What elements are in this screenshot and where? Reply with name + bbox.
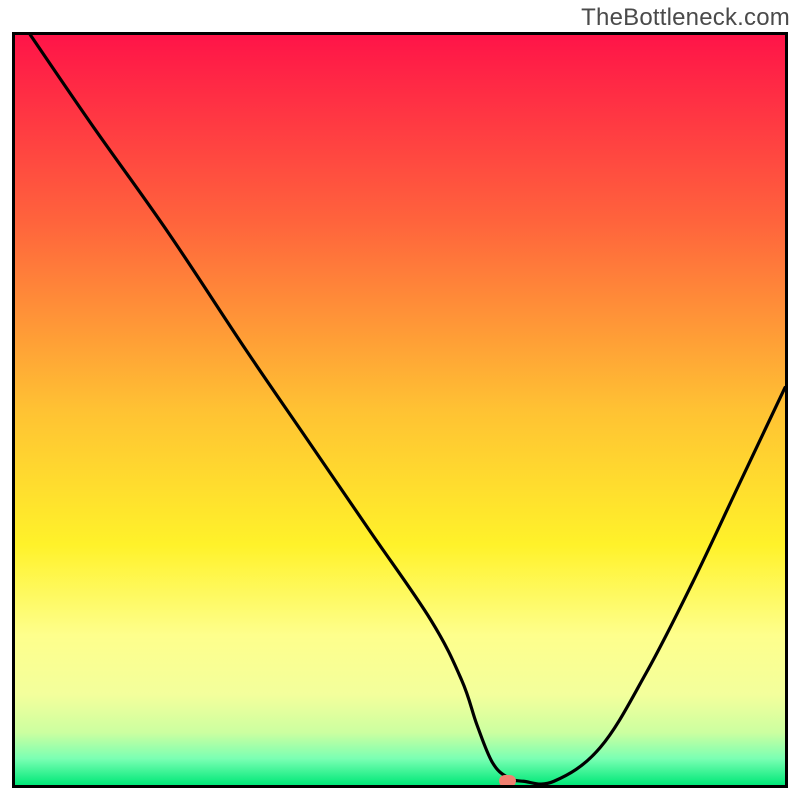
watermark-text: TheBottleneck.com bbox=[581, 4, 790, 32]
chart-frame: TheBottleneck.com bbox=[0, 0, 800, 800]
bottleneck-curve bbox=[15, 35, 785, 785]
plot-area bbox=[12, 32, 788, 788]
optimal-point-marker bbox=[499, 775, 516, 787]
